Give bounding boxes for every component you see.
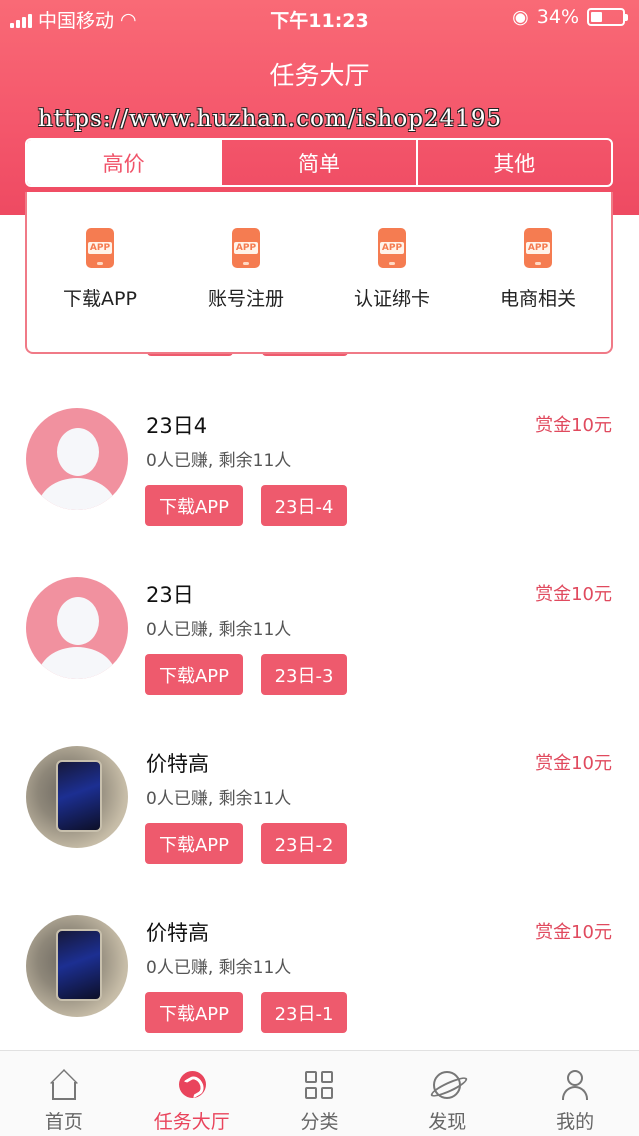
watermark: https://www.huzhan.com/ishop24195 <box>38 106 503 132</box>
task-item[interactable]: 23日 0人已赚, 剩余11人 赏金10元 下载APP 23日-3 <box>0 559 639 709</box>
category-label: 电商相关 <box>499 288 576 310</box>
task-reward: 赏金10元 <box>535 415 612 436</box>
task-reward: 赏金10元 <box>535 922 612 943</box>
task-title: 23日4 <box>146 414 208 438</box>
avatar <box>26 577 128 679</box>
category-verify-card[interactable]: APP 认证绑卡 <box>322 228 462 311</box>
avatar <box>26 915 128 1017</box>
task-type-tag: 下载APP <box>145 485 243 526</box>
avatar <box>26 746 128 848</box>
battery-icon <box>587 8 628 26</box>
status-bar: 中国移动 ◠ 下午11:23 ◉ 34% <box>0 0 639 36</box>
task-type-tag: 下载APP <box>145 992 243 1033</box>
nav-category[interactable]: 分类 <box>256 1051 384 1136</box>
user-icon <box>559 1069 591 1101</box>
task-type-tag: 下载APP <box>145 823 243 864</box>
category-account-register[interactable]: APP 账号注册 <box>176 228 316 311</box>
task-type-tag: 下载APP <box>145 654 243 695</box>
tab-high-price[interactable]: 高价 <box>27 140 221 185</box>
category-download-app[interactable]: APP 下载APP <box>30 228 170 311</box>
task-item[interactable]: 价特高 0人已赚, 剩余11人 赏金10元 下载APP 23日-2 <box>0 728 639 878</box>
category-label: 账号注册 <box>207 288 284 310</box>
task-name-tag: 23日-4 <box>261 485 347 526</box>
task-progress: 0人已赚, 剩余11人 <box>146 789 292 809</box>
category-label: 认证绑卡 <box>353 288 430 310</box>
task-item[interactable]: 价特高 0人已赚, 剩余11人 赏金10元 下载APP 23日-1 <box>0 897 639 1047</box>
category-ecommerce[interactable]: APP 电商相关 <box>468 228 608 311</box>
task-title: 价特高 <box>146 752 209 776</box>
task-progress: 0人已赚, 剩余11人 <box>146 451 292 471</box>
avatar <box>26 408 128 510</box>
task-progress: 0人已赚, 剩余11人 <box>146 958 292 978</box>
task-progress: 0人已赚, 剩余11人 <box>146 620 292 640</box>
task-hall-icon <box>176 1069 208 1101</box>
planet-icon <box>431 1069 463 1101</box>
tab-bar: 高价 简单 其他 <box>25 138 613 187</box>
tab-other[interactable]: 其他 <box>415 140 611 185</box>
app-icon: APP <box>524 228 552 268</box>
grid-icon <box>303 1069 335 1101</box>
battery-percent: 34% <box>536 6 579 28</box>
app-icon: APP <box>232 228 260 268</box>
task-item[interactable]: 23日4 0人已赚, 剩余11人 赏金10元 下载APP 23日-4 <box>0 390 639 540</box>
tab-simple[interactable]: 简单 <box>220 140 415 185</box>
task-reward: 赏金10元 <box>535 584 612 605</box>
task-name-tag: 23日-1 <box>261 992 347 1033</box>
task-name-tag: 23日-2 <box>261 823 347 864</box>
page-title: 任务大厅 <box>269 61 370 90</box>
nav-task-hall[interactable]: 任务大厅 <box>128 1051 256 1136</box>
nav-home[interactable]: 首页 <box>0 1051 128 1136</box>
task-reward: 赏金10元 <box>535 753 612 774</box>
app-icon: APP <box>378 228 406 268</box>
task-title: 价特高 <box>146 921 209 945</box>
nav-mine[interactable]: 我的 <box>511 1051 639 1136</box>
task-title: 23日 <box>146 583 194 607</box>
bottom-nav: 首页 任务大厅 分类 发现 我的 <box>0 1050 639 1136</box>
home-icon <box>48 1069 80 1101</box>
task-name-tag: 23日-3 <box>261 654 347 695</box>
app-icon: APP <box>86 228 114 268</box>
nav-discover[interactable]: 发现 <box>383 1051 511 1136</box>
category-label: 下载APP <box>63 288 137 310</box>
rotation-lock-icon: ◉ <box>512 6 529 28</box>
category-dropdown: APP 下载APP APP 账号注册 APP 认证绑卡 APP 电商相关 <box>25 192 613 354</box>
